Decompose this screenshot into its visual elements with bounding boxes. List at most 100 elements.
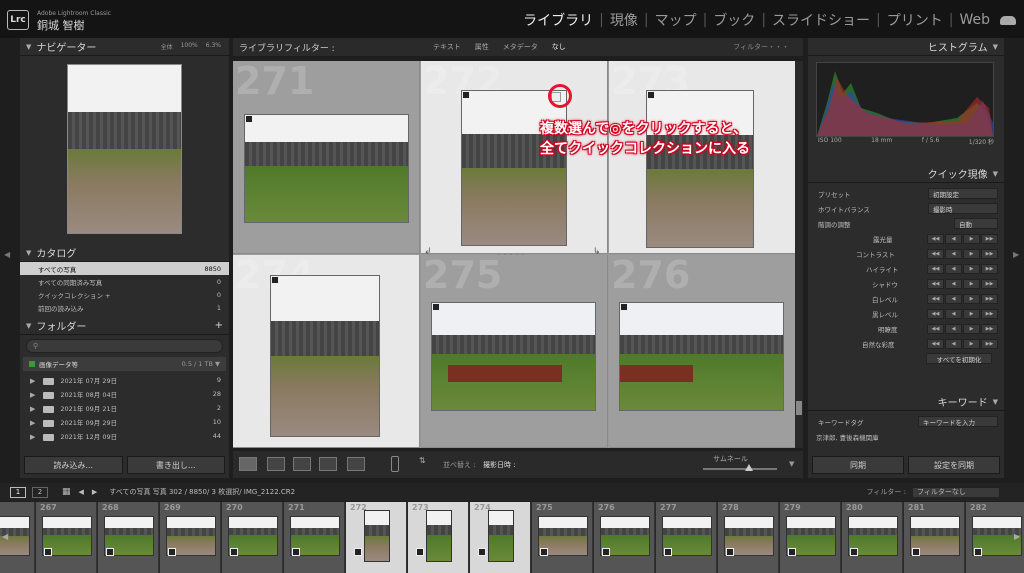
grid-cell[interactable]: 274 xyxy=(233,253,420,448)
adjust-buttons[interactable]: ◀◀ ◀ ▶ ▶▶ xyxy=(927,308,998,319)
navigator-preview[interactable] xyxy=(67,64,182,234)
preset-select[interactable]: 初期設定 xyxy=(928,188,998,199)
photo-thumbnail[interactable] xyxy=(431,302,596,411)
grid-view-icon[interactable] xyxy=(239,457,257,471)
module-web[interactable]: Web xyxy=(959,12,990,28)
catalog-item[interactable]: クイックコレクション + 0 xyxy=(20,288,229,301)
people-view-icon[interactable] xyxy=(347,457,365,471)
filmstrip-filter-select[interactable]: フィルターなし xyxy=(912,486,1000,498)
volume-row[interactable]: 画像データ等 0.5 / 1 TB ▼ xyxy=(23,357,226,371)
screen-2-button[interactable]: 2 xyxy=(32,486,48,498)
sync-settings-button[interactable]: 設定を同期 xyxy=(908,456,1000,474)
keyword-value[interactable]: 京津郎, 豊後森機関庫 xyxy=(816,432,996,442)
module-book[interactable]: ブック xyxy=(713,10,755,30)
adjust-buttons[interactable]: ◀◀ ◀ ▶ ▶▶ xyxy=(927,248,998,259)
filter-tab-none[interactable]: なし xyxy=(552,42,566,52)
folders-header[interactable]: ▼ フォルダー + xyxy=(20,317,229,335)
survey-view-icon[interactable] xyxy=(319,457,337,471)
filmstrip-cell[interactable]: 279 xyxy=(780,502,841,573)
filmstrip-cell[interactable]: 272 xyxy=(346,502,407,573)
filmstrip-cell[interactable]: 268 xyxy=(98,502,159,573)
sort-direction-icon[interactable]: ⇅ xyxy=(419,456,426,465)
grid-cell[interactable]: 276 xyxy=(609,253,795,448)
filmstrip-cell[interactable]: 273 xyxy=(408,502,469,573)
photo-thumbnail[interactable] xyxy=(244,114,409,223)
zoom-custom[interactable]: 6.3% xyxy=(206,42,221,51)
adjust-buttons[interactable]: ◀◀ ◀ ▶ ▶▶ xyxy=(927,323,998,334)
photo-thumbnail[interactable] xyxy=(646,90,754,248)
filmstrip-cell[interactable]: 275 xyxy=(532,502,593,573)
filmstrip-cell[interactable]: 274 xyxy=(470,502,531,573)
filmstrip-cell[interactable]: 278 xyxy=(718,502,779,573)
export-button[interactable]: 書き出し... xyxy=(126,456,225,474)
folder-item[interactable]: ▶ 2021年 08月 04日 28 xyxy=(20,387,229,401)
left-panel-toggle-icon[interactable]: ◀ xyxy=(4,250,10,259)
catalog-header[interactable]: ▼ カタログ xyxy=(20,244,229,262)
import-button[interactable]: 読み込み... xyxy=(24,456,123,474)
photo-thumbnail[interactable] xyxy=(270,275,380,437)
grid-cell[interactable]: 271 xyxy=(233,61,420,254)
reset-all-button[interactable]: すべてを初期化 xyxy=(926,353,992,364)
slider-handle[interactable] xyxy=(745,464,753,471)
filmstrip-thumbnail[interactable] xyxy=(364,510,390,562)
grid-scrollbar[interactable] xyxy=(795,61,803,448)
keyword-tag-select[interactable]: キーワードを入力 xyxy=(918,416,998,427)
filter-tab-text[interactable]: テキスト xyxy=(433,42,461,52)
keywords-header[interactable]: キーワード ▼ xyxy=(808,393,1004,411)
module-develop[interactable]: 現像 xyxy=(610,10,638,30)
adjust-buttons[interactable]: ◀◀ ◀ ▶ ▶▶ xyxy=(927,293,998,304)
filmstrip-cell[interactable]: 270 xyxy=(222,502,283,573)
compare-view-icon[interactable] xyxy=(293,457,311,471)
grid-cell[interactable]: 275 xyxy=(421,253,608,448)
forward-arrow-icon[interactable]: ▶ xyxy=(92,488,97,496)
adjust-buttons[interactable]: ◀◀ ◀ ▶ ▶▶ xyxy=(927,338,998,349)
photo-thumbnail[interactable] xyxy=(461,90,567,246)
module-slideshow[interactable]: スライドショー xyxy=(772,10,870,30)
filmstrip-cell[interactable]: 267 xyxy=(36,502,97,573)
navigator-header[interactable]: ▼ ナビゲーター 全体 100% 6.3% xyxy=(20,38,229,56)
quick-develop-header[interactable]: クイック現像 ▼ xyxy=(808,165,1004,183)
filmstrip-cell[interactable]: 277 xyxy=(656,502,717,573)
wb-select[interactable]: 撮影時 xyxy=(928,203,998,214)
catalog-item[interactable]: すべての同期済み写真 0 xyxy=(20,275,229,288)
histogram-header[interactable]: ヒストグラム ▼ xyxy=(808,38,1004,56)
add-folder-icon[interactable]: + xyxy=(215,320,229,331)
toolbar-menu-icon[interactable]: ▼ xyxy=(789,460,794,468)
filmstrip-thumbnail[interactable] xyxy=(426,510,452,562)
filter-preset[interactable]: フィルター・・・ xyxy=(733,42,803,52)
filmstrip-cell[interactable]: 280 xyxy=(842,502,903,573)
adjust-buttons[interactable]: ◀◀ ◀ ▶ ▶▶ xyxy=(927,278,998,289)
back-arrow-icon[interactable]: ◀ xyxy=(79,488,84,496)
filmstrip-right-icon[interactable]: ▶ xyxy=(1014,532,1020,541)
adjust-buttons[interactable]: ◀◀ ◀ ▶ ▶▶ xyxy=(927,263,998,274)
thumb-size-slider[interactable] xyxy=(703,468,777,470)
filmstrip-cell[interactable]: 276 xyxy=(594,502,655,573)
zoom-fit[interactable]: 全体 xyxy=(161,42,173,51)
painter-icon[interactable] xyxy=(391,456,399,472)
module-library[interactable]: ライブラリ xyxy=(523,10,593,30)
filmstrip-cell[interactable]: 281 xyxy=(904,502,965,573)
scrollbar-thumb[interactable] xyxy=(796,401,802,415)
folder-item[interactable]: ▶ 2021年 12月 09日 44 xyxy=(20,429,229,443)
grid-icon[interactable]: ▦ xyxy=(62,487,71,497)
auto-tone-button[interactable]: 自動 xyxy=(954,218,998,229)
folder-item[interactable]: ▶ 2021年 07月 29日 9 xyxy=(20,373,229,387)
filmstrip-thumbnail[interactable] xyxy=(488,510,514,562)
cloud-icon[interactable] xyxy=(1000,15,1016,25)
sort-value[interactable]: 撮影日時 : xyxy=(483,460,516,470)
loupe-view-icon[interactable] xyxy=(267,457,285,471)
sync-button[interactable]: 同期 xyxy=(812,456,904,474)
screen-1-button[interactable]: 1 xyxy=(10,486,26,498)
filter-tab-attribute[interactable]: 属性 xyxy=(475,42,489,52)
filmstrip-cell[interactable]: 269 xyxy=(160,502,221,573)
catalog-item[interactable]: 前回の読み込み 1 xyxy=(20,301,229,314)
folder-item[interactable]: ▶ 2021年 09月 21日 2 xyxy=(20,401,229,415)
zoom-100[interactable]: 100% xyxy=(181,42,198,51)
right-panel-toggle-icon[interactable]: ▶ xyxy=(1013,250,1019,259)
folder-item[interactable]: ▶ 2021年 09月 29日 10 xyxy=(20,415,229,429)
module-map[interactable]: マップ xyxy=(655,10,697,30)
filmstrip-left-icon[interactable]: ◀ xyxy=(2,532,8,541)
adjust-buttons[interactable]: ◀◀ ◀ ▶ ▶▶ xyxy=(927,233,998,244)
filmstrip-cell[interactable]: 271 xyxy=(284,502,345,573)
folder-search-input[interactable]: ⚲ xyxy=(26,339,223,353)
